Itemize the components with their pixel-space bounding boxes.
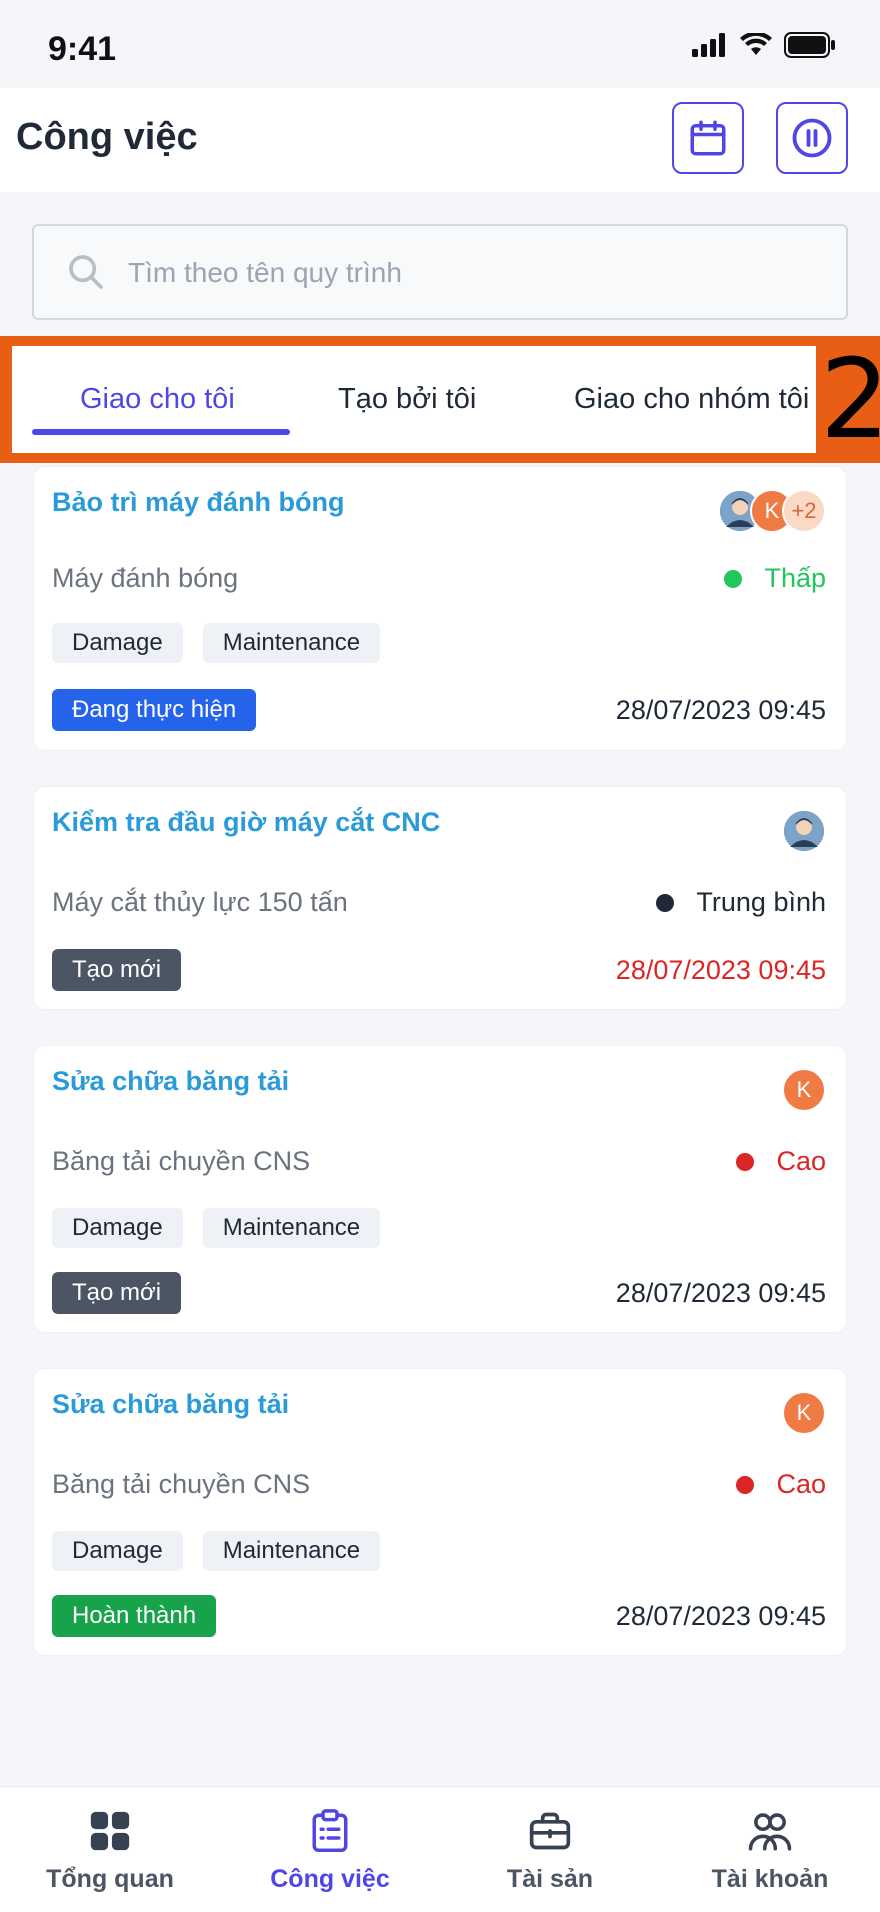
- priority-label: Cao: [776, 1469, 826, 1499]
- task-card[interactable]: Sửa chữa băng tải K Băng tải chuyền CNS …: [33, 1368, 847, 1656]
- task-card[interactable]: Kiểm tra đầu giờ máy cắt CNC Máy cắt thủ…: [33, 786, 847, 1010]
- calendar-button[interactable]: [672, 102, 744, 174]
- tag-list: Damage Maintenance: [52, 1531, 381, 1571]
- battery-icon: [784, 32, 835, 58]
- wifi-icon: [740, 33, 772, 55]
- assignee-avatars: K: [782, 1068, 826, 1112]
- pause-icon: [792, 118, 832, 158]
- status-badge: Tạo mới: [52, 1272, 182, 1314]
- task-asset: Băng tải chuyền CNS: [52, 1146, 311, 1176]
- nav-item-tasks[interactable]: Công việc: [220, 1787, 440, 1912]
- status-time: 9:41: [48, 30, 117, 68]
- task-title: Sửa chữa băng tải: [52, 1066, 290, 1096]
- nav-label: Công việc: [270, 1865, 390, 1893]
- tag-list: Damage Maintenance: [52, 1208, 381, 1248]
- calendar-icon: [690, 120, 726, 156]
- priority: Cao: [736, 1469, 826, 1500]
- task-asset: Máy đánh bóng: [52, 563, 239, 593]
- task-card[interactable]: Sửa chữa băng tải K Băng tải chuyền CNS …: [33, 1045, 847, 1333]
- tag: Damage: [52, 1531, 183, 1571]
- search-icon: [69, 255, 103, 289]
- grid-icon: [90, 1811, 130, 1851]
- tab-assigned-to-me[interactable]: Giao cho tôi: [80, 346, 235, 453]
- task-date-overdue: 28/07/2023 09:45: [615, 955, 826, 985]
- task-asset: Máy cắt thủy lực 150 tấn: [52, 887, 348, 917]
- task-card[interactable]: Bảo trì máy đánh bóng K +2 Máy đánh bóng…: [33, 466, 847, 751]
- user-photo-icon: [784, 811, 824, 851]
- status-badge: Đang thực hiện: [52, 689, 257, 731]
- priority-dot: [724, 569, 743, 588]
- task-title: Bảo trì máy đánh bóng: [52, 487, 345, 517]
- task-asset: Băng tải chuyền CNS: [52, 1469, 311, 1499]
- status-badge: Tạo mới: [52, 949, 182, 991]
- avatar: [782, 809, 826, 853]
- priority-label: Trung bình: [696, 887, 826, 917]
- assignee-avatars: [782, 809, 826, 853]
- status-bar: 9:41: [0, 0, 880, 88]
- status-badge: Hoàn thành: [52, 1595, 217, 1637]
- task-title: Kiểm tra đầu giờ máy cắt CNC: [52, 807, 441, 837]
- search-input[interactable]: [128, 248, 818, 298]
- avatar-more-count: +2: [782, 489, 826, 533]
- tag: Maintenance: [202, 623, 381, 663]
- priority: Thấp: [724, 563, 826, 594]
- search-box[interactable]: [32, 224, 848, 320]
- tag: Maintenance: [202, 1531, 381, 1571]
- users-icon: [748, 1813, 792, 1851]
- tab-bar: Giao cho tôi Tạo bởi tôi Giao cho nhóm t…: [12, 346, 816, 453]
- nav-item-overview[interactable]: Tổng quan: [0, 1787, 220, 1912]
- priority-dot: [736, 1475, 755, 1494]
- page-title: Công việc: [16, 116, 198, 158]
- active-tab-indicator: [32, 429, 290, 435]
- priority: Trung bình: [656, 887, 826, 918]
- tab-created-by-me[interactable]: Tạo bởi tôi: [338, 346, 476, 453]
- task-date: 28/07/2023 09:45: [615, 1601, 826, 1631]
- priority-label: Thấp: [764, 563, 826, 593]
- tag: Damage: [52, 1208, 183, 1248]
- signal-icon: [692, 33, 725, 57]
- nav-item-account[interactable]: Tài khoản: [660, 1787, 880, 1912]
- avatar: K: [782, 1068, 826, 1112]
- task-date: 28/07/2023 09:45: [615, 695, 826, 725]
- assignee-avatars: K +2: [718, 489, 826, 533]
- task-title: Sửa chữa băng tải: [52, 1389, 290, 1419]
- priority: Cao: [736, 1146, 826, 1177]
- priority-label: Cao: [776, 1146, 826, 1176]
- task-date: 28/07/2023 09:45: [615, 1278, 826, 1308]
- priority-dot: [656, 893, 675, 912]
- annotation-number: 2: [820, 335, 880, 463]
- pause-button[interactable]: [776, 102, 848, 174]
- assignee-avatars: K: [782, 1391, 826, 1435]
- tag-list: Damage Maintenance: [52, 623, 381, 663]
- nav-label: Tổng quan: [46, 1865, 174, 1893]
- tab-assigned-to-my-group[interactable]: Giao cho nhóm tôi: [574, 346, 809, 453]
- priority-dot: [736, 1152, 755, 1171]
- briefcase-icon: [529, 1812, 571, 1850]
- avatar: K: [782, 1391, 826, 1435]
- app-header: Công việc: [0, 88, 880, 192]
- nav-label: Tài khoản: [711, 1865, 829, 1893]
- tag: Damage: [52, 623, 183, 663]
- bottom-nav: Tổng quan Công việc Tài sản Tài khoản: [0, 1786, 880, 1912]
- status-icons: [692, 32, 836, 58]
- nav-item-assets[interactable]: Tài sản: [440, 1787, 660, 1912]
- annotation-frame: Giao cho tôi Tạo bởi tôi Giao cho nhóm t…: [0, 336, 880, 463]
- clipboard-icon: [312, 1809, 348, 1852]
- tag: Maintenance: [202, 1208, 381, 1248]
- nav-label: Tài sản: [506, 1865, 594, 1893]
